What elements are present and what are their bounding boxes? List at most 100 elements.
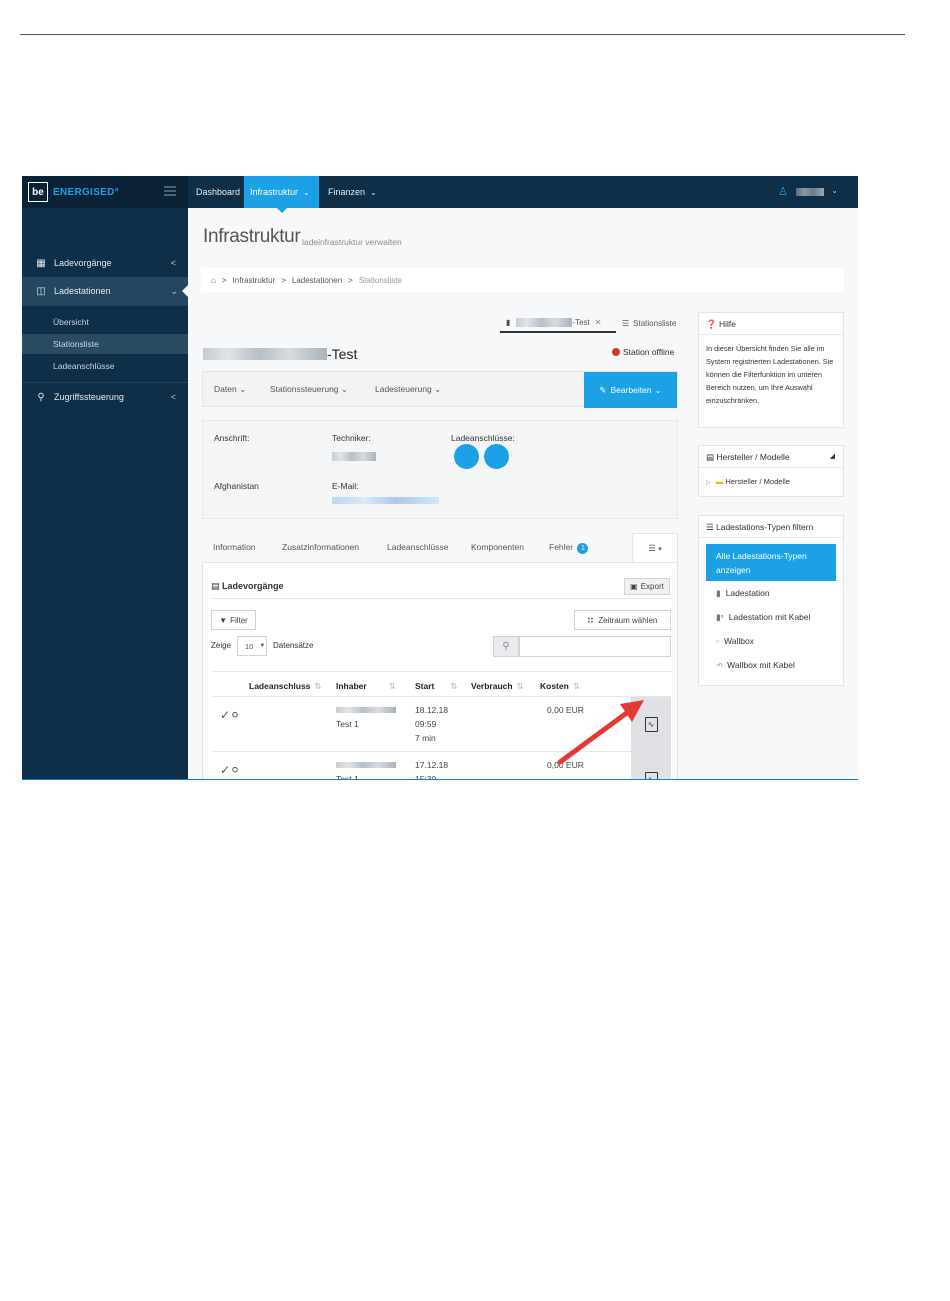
user-name-redacted[interactable] xyxy=(796,188,824,196)
tab-fehler[interactable]: Fehler 1 xyxy=(549,542,589,554)
anschrift-label: Anschrift: xyxy=(214,433,250,443)
caret-down-icon: ▼ xyxy=(259,643,266,649)
folder-icon: ▬ xyxy=(715,477,724,486)
chevron-left-icon: < xyxy=(170,258,176,268)
wallbox-cable-icon: ▫ⁿ xyxy=(716,660,723,670)
menu-label: Daten xyxy=(214,384,237,394)
column-ladeanschluss[interactable]: Ladeanschluss ⇅ xyxy=(249,681,322,692)
anschrift-value: Afghanistan xyxy=(214,481,259,491)
filter-option-ladestation-kabel[interactable]: ▮ⁿ Ladestation mit Kabel xyxy=(716,612,811,623)
chevron-down-icon: ⌄ xyxy=(239,384,247,394)
date-range-button[interactable]: ∷ Zeitraum wählen xyxy=(574,610,671,630)
manufacturers-title[interactable]: ▤ Hersteller / Modelle xyxy=(706,452,790,463)
page-size-select[interactable]: 10 ▼ xyxy=(237,636,267,656)
column-verbrauch[interactable]: Verbrauch ⇅ xyxy=(471,681,524,692)
filter-option-wallbox[interactable]: ▫ Wallbox xyxy=(716,636,754,646)
save-icon: ▣ xyxy=(630,582,638,591)
sort-icon: ⇅ xyxy=(516,681,524,691)
filter-label: Filter xyxy=(230,615,248,625)
help-card: ❓ Hilfe In dieser Übersicht finden Sie a… xyxy=(698,312,844,428)
sort-icon: ⇅ xyxy=(572,681,580,691)
nav-dashboard[interactable]: Dashboard xyxy=(196,176,240,208)
edit-icon: ✎ xyxy=(599,384,607,395)
sidebar-item-zugriffssteuerung[interactable]: ⚲ Zugriffssteuerung < xyxy=(22,383,188,411)
station-title: -Test xyxy=(203,346,357,362)
top-navigation: Dashboard Infrastruktur ⌄ Finanzen ⌄ ♙ ⌄ xyxy=(188,176,858,213)
station-type-filter-card: ☰ Ladestations-Typen filtern Alle Ladest… xyxy=(698,515,844,686)
breadcrumb-infrastruktur[interactable]: Infrastruktur xyxy=(233,276,276,285)
sidebar-subitem-ladeanschluesse[interactable]: Ladeanschlüsse xyxy=(22,356,188,376)
cell-duration: 7 min xyxy=(415,733,436,743)
home-icon[interactable]: ⌂ xyxy=(211,276,216,285)
sidebar-item-ladestationen[interactable]: ◫ Ladestationen ⌄ xyxy=(22,277,188,305)
tab-station-test[interactable]: ▮ -Test ✕ xyxy=(500,313,616,333)
tab-more-menu[interactable]: ☰ ▾ xyxy=(632,533,678,563)
search-icon: ⚲ xyxy=(493,636,519,657)
card-title-text: Ladevorgänge xyxy=(222,581,284,591)
tab-ladeanschluesse[interactable]: Ladeanschlüsse xyxy=(387,542,448,552)
brand-logo[interactable]: be xyxy=(28,182,48,202)
edit-button[interactable]: ✎ Bearbeiten ⌄ xyxy=(584,372,677,408)
menu-ladesteuerung[interactable]: Ladesteuerung ⌄ xyxy=(375,384,441,395)
tab-stationsliste[interactable]: ☰ Stationsliste xyxy=(622,313,676,333)
tab-information[interactable]: Information xyxy=(213,542,256,552)
manufacturers-tree-item[interactable]: ▷ ▬ Hersteller / Modelle xyxy=(706,477,790,486)
email-value-redacted[interactable] xyxy=(332,497,439,504)
station-name-suffix: -Test xyxy=(327,346,358,362)
techniker-label: Techniker: xyxy=(332,433,371,443)
sidebar-item-ladevorgaenge[interactable]: ▦ Ladevorgänge < xyxy=(22,249,188,277)
filter-option-wallbox-kabel[interactable]: ▫ⁿ Wallbox mit Kabel xyxy=(716,660,795,670)
help-title-text: Hilfe xyxy=(718,319,736,329)
close-icon[interactable]: ✕ xyxy=(595,318,602,327)
nav-infrastruktur[interactable]: Infrastruktur ⌄ xyxy=(244,176,319,213)
techniker-name-redacted xyxy=(332,452,376,461)
sidebar-item-label: Zugriffssteuerung xyxy=(54,392,124,402)
filter-option-all[interactable]: Alle Ladestations-Typen anzeigen xyxy=(706,544,836,581)
column-start[interactable]: Start ⇅ xyxy=(415,681,458,692)
collapse-caret-icon[interactable]: ◢ xyxy=(830,452,835,460)
chevron-down-icon: ⌄ xyxy=(434,384,442,394)
cell-start-time: 09:59 xyxy=(415,719,437,729)
filter-option-ladestation[interactable]: ▮ Ladestation xyxy=(716,588,770,599)
menu-stationssteuerung[interactable]: Stationssteuerung ⌄ xyxy=(270,384,348,395)
user-icon[interactable]: ♙ xyxy=(778,185,788,198)
question-icon: ❓ xyxy=(706,319,717,329)
export-label: Export xyxy=(640,582,664,591)
hamburger-menu-icon[interactable] xyxy=(164,186,176,196)
station-tabs: ▮ -Test ✕ ☰ Stationsliste xyxy=(500,313,676,333)
chevron-left-icon: < xyxy=(170,392,176,402)
column-inhaber[interactable]: Inhaber ⇅ xyxy=(336,681,396,692)
export-button[interactable]: ▣ Export xyxy=(624,578,670,595)
status-text: Station offline xyxy=(623,347,675,357)
nav-finanzen[interactable]: Finanzen ⌄ xyxy=(328,176,377,208)
sort-icon: ⇅ xyxy=(388,681,396,691)
filter-button[interactable]: ▼ Filter xyxy=(211,610,256,630)
chevron-down-icon: ⌄ xyxy=(303,187,310,197)
page-subtitle: ladeinfrastruktur verwalten xyxy=(302,237,402,247)
ladeanschluesse-label: Ladeanschlüsse: xyxy=(451,433,515,443)
tab-komponenten[interactable]: Komponenten xyxy=(471,542,524,552)
breadcrumb-stationsliste: Stationsliste xyxy=(358,275,402,285)
card-divider xyxy=(699,334,843,335)
owner-redacted xyxy=(336,707,396,713)
connector-indicator[interactable] xyxy=(484,444,509,469)
chevron-down-icon[interactable]: ⌄ xyxy=(831,186,838,195)
page-title: Infrastruktur xyxy=(203,226,301,247)
sidebar-item-label: Ladestationen xyxy=(54,286,111,296)
brand-name: ENERGISED° xyxy=(53,186,119,198)
breadcrumb-ladestationen[interactable]: Ladestationen xyxy=(292,276,342,285)
filter-title-text: Ladestations-Typen filtern xyxy=(716,522,814,532)
list-icon: ☰ xyxy=(706,522,714,532)
tab-label: Fehler xyxy=(549,542,574,552)
menu-daten[interactable]: Daten ⌄ xyxy=(214,384,246,395)
manufacturers-title-text: Hersteller / Modelle xyxy=(716,452,790,462)
sidebar-subitem-stationsliste[interactable]: Stationsliste xyxy=(22,334,188,354)
sidebar-item-label: Ladevorgänge xyxy=(54,258,112,268)
connector-indicator[interactable] xyxy=(454,444,479,469)
column-kosten[interactable]: Kosten ⇅ xyxy=(540,681,580,692)
sidebar-subitem-uebersicht[interactable]: Übersicht xyxy=(22,312,188,332)
tab-zusatzinformationen[interactable]: Zusatzinformationen xyxy=(282,542,359,552)
card-divider xyxy=(699,537,843,538)
filter-icon: ▼ xyxy=(219,615,228,625)
search-input[interactable] xyxy=(519,636,671,657)
